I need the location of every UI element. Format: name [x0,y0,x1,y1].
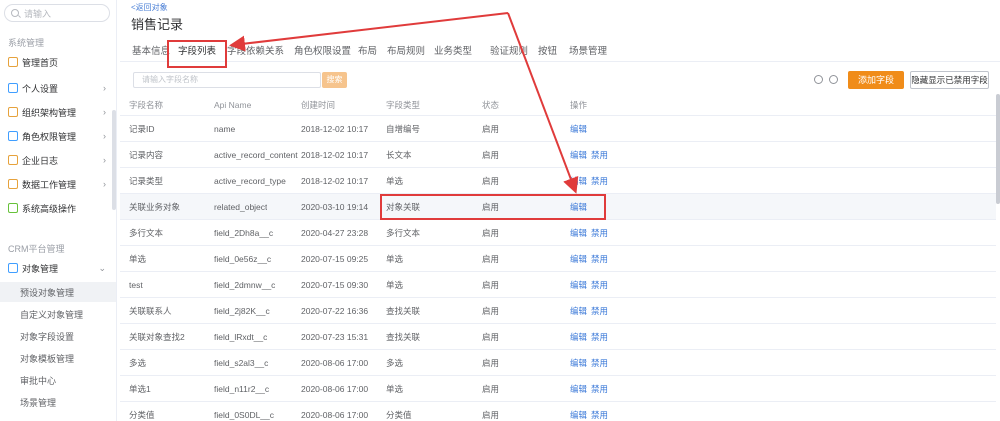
arrow-to-tab [229,12,509,52]
arrow-to-row [507,12,579,194]
annotation-arrows [229,12,579,194]
app: 请输入 系统管理 管理首页 个人设置 › 组织架构管理 › 角色权限管理 › 企… [0,0,1000,421]
